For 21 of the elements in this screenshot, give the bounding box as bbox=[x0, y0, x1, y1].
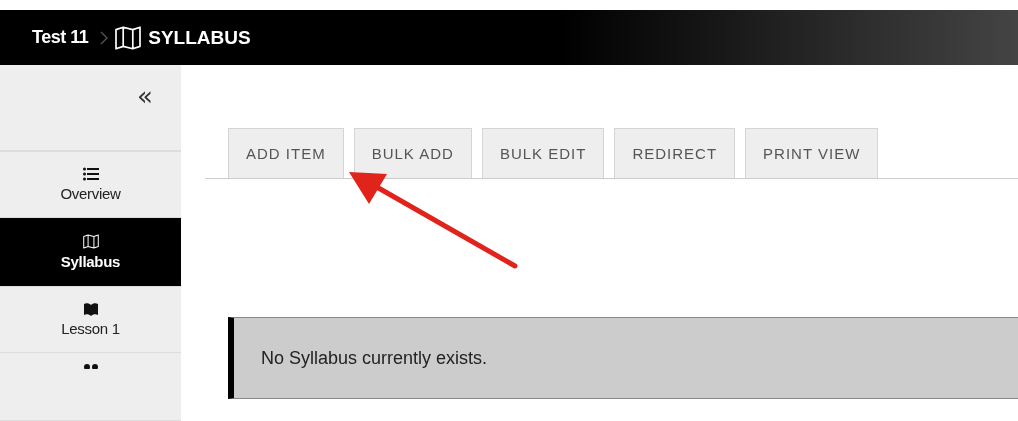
sidebar-item[interactable]: Overview bbox=[0, 151, 181, 218]
sidebar-label: Lesson 1 bbox=[61, 320, 120, 338]
sidebar-label: Overview bbox=[60, 184, 121, 202]
sidebar-item[interactable]: Syllabus bbox=[0, 217, 181, 288]
tab-button[interactable]: REDIRECT bbox=[614, 128, 736, 178]
map-icon bbox=[114, 25, 143, 50]
tab-button[interactable]: ADD ITEM bbox=[228, 128, 344, 178]
book-icon bbox=[82, 302, 99, 317]
tab-button[interactable]: BULK ADD bbox=[353, 128, 472, 178]
people-icon bbox=[82, 363, 99, 370]
tab-button[interactable]: PRINT VIEW bbox=[745, 128, 879, 178]
map-icon bbox=[82, 234, 99, 250]
sidebar-label: Syllabus bbox=[60, 253, 121, 271]
list-icon bbox=[82, 166, 99, 181]
page-title: SYLLABUS bbox=[148, 26, 251, 49]
tab-button[interactable]: BULK EDIT bbox=[481, 128, 605, 178]
notice-message: No Syllabus currently exists. bbox=[228, 317, 1018, 399]
collapse-button[interactable]: « bbox=[137, 83, 153, 109]
course-link[interactable]: Test 11 bbox=[32, 27, 89, 48]
chevron-icon bbox=[100, 30, 109, 45]
sidebar-item[interactable]: Lesson 1 bbox=[0, 287, 181, 354]
